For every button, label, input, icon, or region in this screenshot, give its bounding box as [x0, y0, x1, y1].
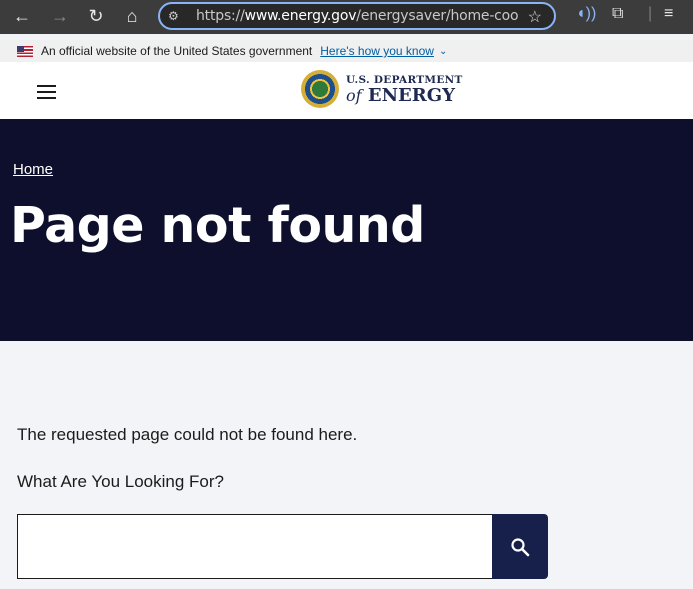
doe-seal-icon[interactable]	[301, 70, 339, 108]
not-found-message: The requested page could not be found he…	[17, 425, 358, 444]
us-flag-icon	[17, 45, 33, 57]
back-icon[interactable]: ←	[10, 4, 34, 28]
page-title: Page not found	[10, 197, 425, 254]
search-input[interactable]	[17, 514, 493, 579]
site-header: U.S. DEPARTMENT of ENERGY	[0, 62, 693, 119]
chevron-down-icon[interactable]: ⌄	[439, 46, 447, 57]
heres-how-you-know-link[interactable]: Here's how you know	[320, 44, 434, 58]
search-button[interactable]	[492, 514, 548, 579]
hero-banner: Home Page not found	[0, 119, 693, 341]
search-icon	[511, 537, 530, 556]
reload-icon[interactable]: ↻	[84, 4, 108, 28]
read-aloud-icon[interactable]: ◖))	[576, 5, 596, 23]
extensions-icon[interactable]: ⧉	[612, 5, 623, 23]
toolbar-divider: |	[648, 5, 653, 22]
reading-list-icon[interactable]: ≡	[664, 5, 673, 23]
forward-icon[interactable]: →	[48, 4, 72, 28]
search-prompt: What Are You Looking For?	[17, 472, 224, 491]
bookmark-star-icon[interactable]: ☆	[528, 7, 542, 27]
breadcrumb-home-link[interactable]: Home	[13, 161, 53, 178]
site-info-icon[interactable]: ⚙	[168, 9, 186, 23]
browser-toolbar: ← → ↻ ⌂ ⚙ https://www.energy.gov/energys…	[0, 0, 693, 34]
logo-line2[interactable]: of ENERGY	[346, 85, 455, 106]
url-text[interactable]: https://www.energy.gov/energysaver/home-…	[196, 8, 518, 24]
home-icon[interactable]: ⌂	[120, 4, 144, 28]
menu-icon[interactable]	[37, 85, 56, 103]
gov-banner-text: An official website of the United States…	[41, 44, 313, 58]
address-bar[interactable]: ⚙ https://www.energy.gov/energysaver/hom…	[158, 2, 556, 30]
gov-banner: An official website of the United States…	[0, 40, 693, 62]
